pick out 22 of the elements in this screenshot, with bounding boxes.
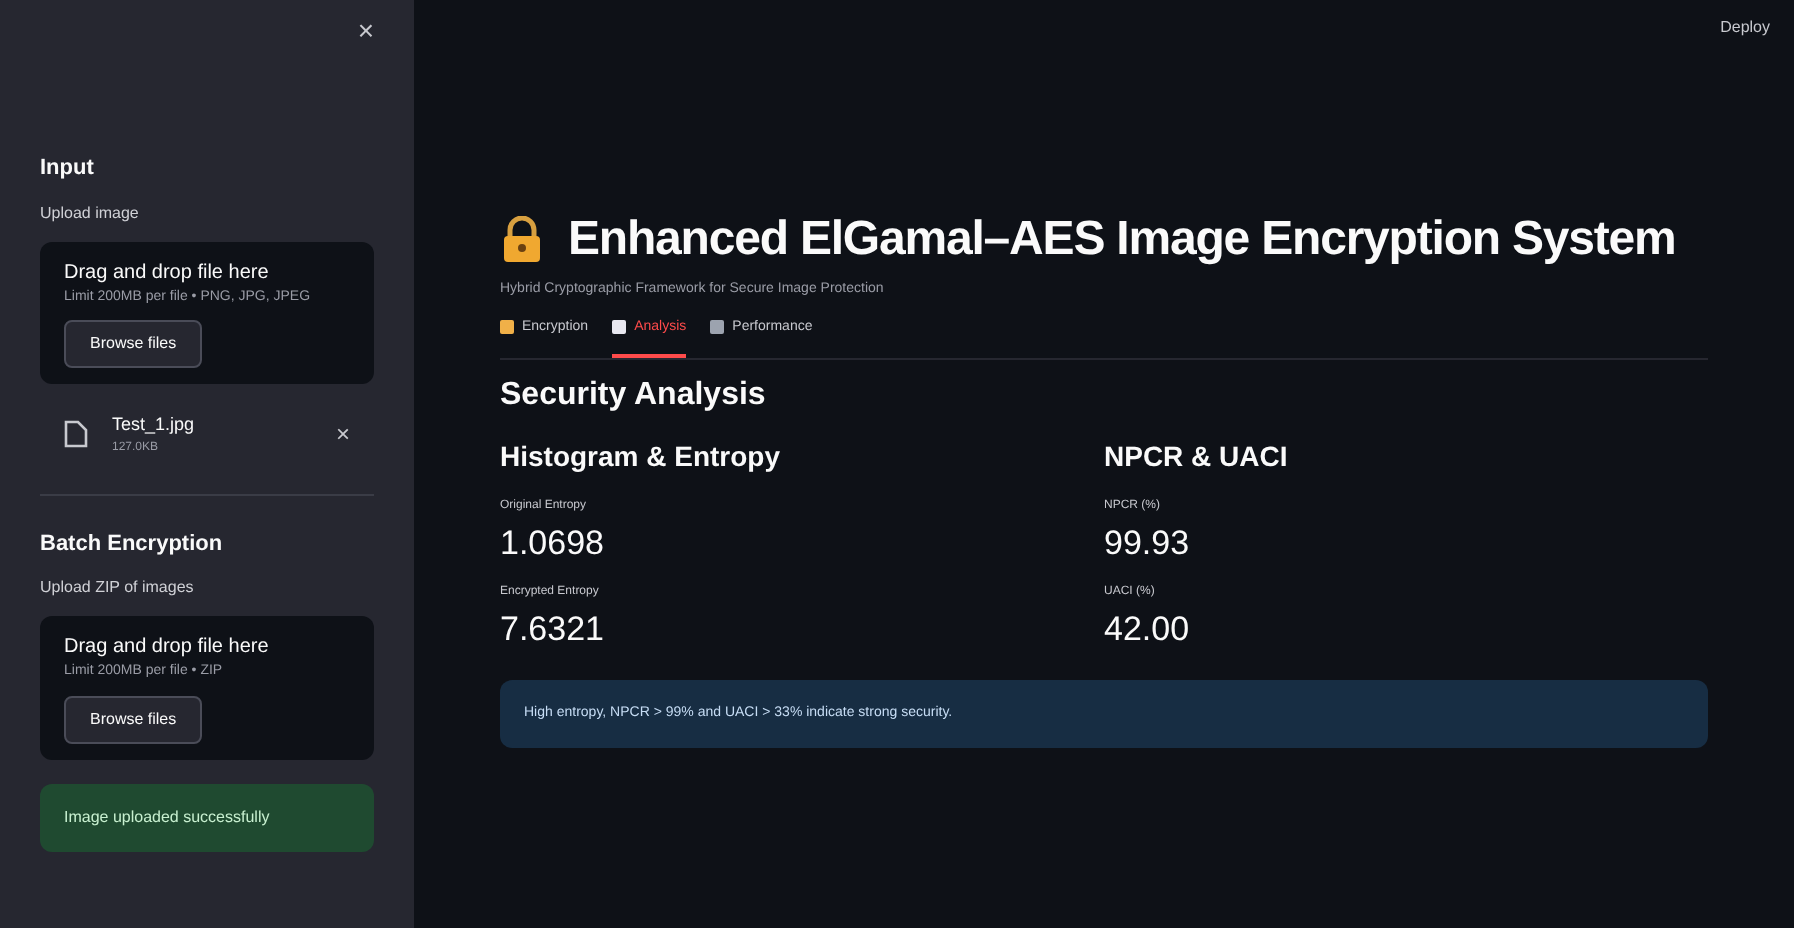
column-heading: NPCR & UACI [1104, 438, 1290, 476]
upload-label: Upload ZIP of images [40, 576, 196, 600]
file-name: Test_1.jpg [112, 412, 195, 438]
metric-value: 99.93 [1104, 522, 1192, 565]
metric-value: 1.0698 [500, 522, 606, 565]
browse-files-button[interactable]: Browse files [64, 320, 203, 368]
upload-label: Upload image [40, 201, 141, 225]
section-title: Input [40, 154, 96, 184]
remove-file-button[interactable]: × [335, 416, 350, 453]
dropzone-title: Drag and drop file here [64, 259, 271, 287]
metric-value: 42.00 [1104, 608, 1192, 651]
column-heading: Histogram & Entropy [500, 438, 783, 476]
dropzone-title: Drag and drop file here [64, 634, 271, 662]
section-title: Batch Encryption [40, 529, 225, 559]
metric-value: 7.6321 [500, 608, 606, 651]
file-icon [64, 420, 88, 449]
deploy-button[interactable]: Deploy [1720, 16, 1770, 40]
success-message: Image uploaded successfully [40, 783, 374, 851]
page-title: Enhanced ElGamal–AES Image Encryption System [568, 210, 1676, 270]
close-button[interactable]: × [357, 16, 374, 44]
browse-files-button[interactable]: Browse files [64, 695, 203, 743]
section-heading: Security Analysis [500, 376, 768, 416]
